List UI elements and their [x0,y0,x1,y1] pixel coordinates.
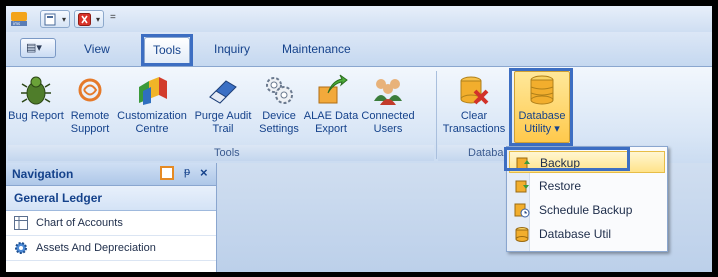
database-utility-label-2: Utility ▾ [512,123,572,136]
application-menu-button[interactable]: ▤▾ [20,38,56,58]
database-utility-label-2-text: Utility [524,123,552,135]
device-settings-button[interactable]: Device Settings [256,73,302,136]
qat-document-button[interactable]: ▾ [40,10,70,28]
quick-access-toolbar: ims ▾ ▾ = [6,6,712,32]
menu-item-label: Database Util [539,227,612,241]
navigation-title: Navigation [12,167,74,181]
gear-blue-icon [14,241,28,255]
menu-item-schedule-backup[interactable]: Schedule Backup [509,199,665,221]
remote-support-button[interactable]: Remote Support [66,73,114,136]
menu-item-restore[interactable]: Restore [509,175,665,197]
alae-data-export-button[interactable]: ALAE Data Export [302,73,360,136]
device-settings-label-1: Device [262,110,296,122]
bug-report-label: Bug Report [8,110,64,122]
dock-icon[interactable] [160,166,174,180]
nav-group-label: General Ledger [14,191,103,205]
clear-transactions-label-1: Clear [460,110,488,122]
remote-support-label-2: Support [70,123,110,135]
tab-inquiry[interactable]: Inquiry [214,42,250,56]
clear-transactions-button[interactable]: Clear Transactions [438,73,510,136]
menu-grid-icon: ▤▾ [26,42,42,54]
nav-group-general-ledger[interactable]: General Ledger [6,186,216,211]
connected-users-label-2: Users [373,123,403,135]
device-settings-label-2: Settings [259,123,299,135]
close-icon[interactable]: × [200,165,208,180]
app-logo-icon[interactable]: ims [9,9,29,29]
svg-text:ims: ims [13,21,20,26]
menu-item-database-util[interactable]: Database Util [509,223,665,245]
chevron-down-icon: ▾ [554,123,560,135]
menu-item-backup[interactable]: Backup [509,151,665,173]
document-icon [44,13,56,26]
restore-icon [514,178,530,194]
application-window: ims ▾ ▾ = ▤▾ View Tools Inquiry Maintena… [6,6,712,272]
bug-report-button[interactable]: Bug Report [6,73,66,123]
close-red-icon [78,13,91,26]
tab-view[interactable]: View [84,42,110,56]
customization-label-2: Centre [135,123,169,135]
tools-group-label: Tools [214,147,240,159]
tab-maintenance[interactable]: Maintenance [282,42,351,56]
schedule-backup-icon [514,202,530,218]
chevron-down-icon: ▾ [95,15,100,24]
menu-item-label: Backup [540,156,581,170]
customization-centre-button[interactable]: Customization Centre [114,73,190,136]
nav-item-label: Chart of Accounts [36,217,123,229]
purge-audit-trail-button[interactable]: Purge Audit Trail [190,73,256,136]
menu-item-label: Restore [539,179,582,193]
database-utility-button[interactable]: Database Utility ▾ [512,73,572,136]
customization-blocks-icon [135,73,169,107]
purge-audit-label-1: Purge Audit [194,110,252,122]
clear-transactions-label-2: Transactions [442,123,506,135]
database-utility-menu: Backup Restore Schedule Backup Database … [506,146,668,252]
remote-support-icon [73,73,107,107]
table-icon [14,216,28,230]
remote-support-label-1: Remote [70,110,110,122]
qat-customize-glyph[interactable]: = [110,12,116,23]
qat-close-button[interactable]: ▾ [74,10,104,28]
clear-database-icon [457,73,491,107]
users-group-icon [371,73,405,107]
database-group-label: Databa [468,147,504,159]
customization-label-1: Customization [117,110,187,122]
alae-export-label-1: ALAE Data [303,110,359,122]
purge-audit-label-2: Trail [212,123,234,135]
navigation-header: Navigation ᵽ × [6,163,216,186]
navigation-pane: Navigation ᵽ × General Ledger Chart of A… [6,163,217,272]
group-separator [436,71,437,159]
nav-item-label: Assets And Depreciation [36,242,156,254]
menu-item-label: Schedule Backup [539,203,633,217]
backup-icon [515,155,531,171]
nav-item-chart-of-accounts[interactable]: Chart of Accounts [6,211,216,236]
database-utility-label-1: Database [518,110,566,122]
database-util-icon [514,226,530,242]
bug-icon [19,73,53,107]
pin-icon[interactable]: ᵽ [184,166,190,178]
export-arrow-icon [314,73,348,107]
connected-users-label-1: Connected [361,110,415,122]
database-icon [525,73,559,107]
alae-export-label-2: Export [315,123,347,135]
connected-users-button[interactable]: Connected Users [360,73,416,136]
tab-tools[interactable]: Tools [144,37,190,64]
gears-icon [262,73,296,107]
eraser-icon [206,73,240,107]
chevron-down-icon: ▾ [61,15,66,24]
ribbon-tab-row: ▤▾ View Tools Inquiry Maintenance [6,32,712,66]
nav-item-assets-depreciation[interactable]: Assets And Depreciation [6,236,216,261]
